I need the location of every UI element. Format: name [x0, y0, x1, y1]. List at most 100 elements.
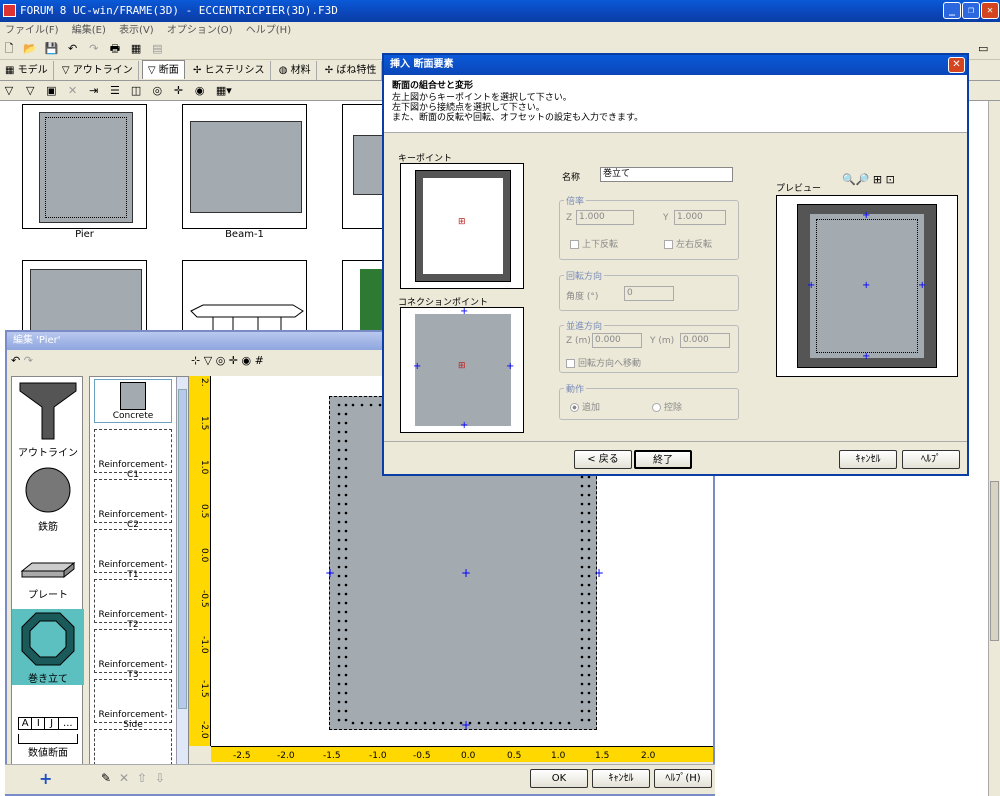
grid-dropdown-icon[interactable]: ▦▾ [213, 83, 235, 99]
restore-button[interactable]: ❐ [962, 2, 980, 19]
dialog-help-button[interactable]: ﾍﾙﾌﾟ [902, 450, 960, 469]
thumbnail-pier[interactable]: Pier [22, 104, 147, 240]
layer-rebar[interactable]: Reinforcement-Side [94, 679, 172, 730]
layer-empty[interactable] [94, 729, 172, 765]
help-button[interactable]: ﾍﾙﾌﾟ(H) [654, 769, 712, 788]
tab-material[interactable]: ◍ 材料 [274, 61, 317, 80]
layer-concrete[interactable]: Concrete [94, 379, 172, 423]
main-vertical-scrollbar[interactable] [988, 101, 1000, 796]
add-icon[interactable]: + [39, 769, 52, 788]
layer-scrollbar[interactable] [176, 377, 188, 765]
back-button[interactable]: < 戻る [574, 450, 632, 469]
minimize-button[interactable]: _ [943, 2, 961, 19]
record-icon[interactable]: ◉ [192, 83, 208, 99]
action-add-radio[interactable]: 追加 [570, 400, 600, 413]
delete-icon[interactable]: ✕ [119, 771, 129, 785]
frame-icon[interactable]: ⊡ [886, 173, 895, 186]
dialog-close-button[interactable]: ✕ [948, 57, 965, 73]
edit-redo-icon[interactable]: ↷ [24, 354, 33, 367]
connection-point-marker[interactable]: + [460, 306, 468, 317]
scale-z-input[interactable]: 1.000 [576, 210, 634, 225]
pencil-icon[interactable]: ✎ [101, 771, 111, 785]
tab-section[interactable]: ▽ 断面 [141, 60, 185, 79]
axis-icon[interactable]: ✛ [229, 354, 238, 367]
open-folder-icon[interactable]: 📂 [22, 41, 38, 57]
palette-outline[interactable]: アウトライン [12, 379, 84, 459]
scroll-thumb[interactable] [178, 389, 187, 709]
connection-point-marker[interactable]: + [413, 361, 421, 372]
print-icon[interactable]: 🖶 [107, 41, 123, 57]
thumbnail-partial[interactable] [342, 104, 385, 229]
edit-undo-icon[interactable]: ↶ [11, 354, 20, 367]
menu-edit[interactable]: 編集(E) [67, 25, 111, 36]
redo-icon[interactable]: ↷ [86, 41, 102, 57]
palette-numeric[interactable]: A I J ... 数値断面 [12, 715, 84, 763]
scroll-thumb[interactable] [990, 481, 999, 641]
menu-view[interactable]: 表示(V) [114, 25, 159, 36]
axis-icon[interactable]: ✛ [171, 83, 187, 99]
flip-ud-checkbox[interactable]: 上下反転 [570, 237, 618, 250]
connection-point-marker[interactable]: + [506, 361, 514, 372]
layer-rebar[interactable]: Reinforcement-C2 [94, 479, 172, 530]
ok-button[interactable]: OK [530, 769, 588, 788]
rotation-angle-input[interactable]: 0 [624, 286, 674, 301]
report-icon[interactable]: ▤ [149, 41, 165, 57]
thumbnail-row2-1[interactable] [22, 260, 147, 331]
finish-button[interactable]: 終了 [634, 450, 692, 469]
add-point-icon[interactable]: ⊹ [191, 354, 200, 367]
shape-icon[interactable]: ▽ [204, 354, 212, 367]
layer-rebar[interactable]: Reinforcement-T2 [94, 579, 172, 630]
menu-options[interactable]: オプション(O) [162, 25, 238, 36]
record-icon[interactable]: ◉ [242, 354, 252, 367]
palette-rebar[interactable]: 鉄筋 [12, 465, 84, 535]
calculator-icon[interactable]: ▦ [128, 41, 144, 57]
panel-icon[interactable]: ▭ [978, 42, 988, 55]
new-file-icon[interactable]: 🗋 [1, 41, 17, 57]
palette-jacketing[interactable]: 巻き立て [12, 609, 84, 685]
thumbnail-beam[interactable]: Beam-1 [182, 104, 307, 240]
keypoint-marker[interactable]: ⊞ [458, 217, 466, 227]
flip-lr-checkbox[interactable]: 左右反転 [664, 237, 712, 250]
thumbnail-row2-3[interactable] [342, 260, 385, 331]
dialog-cancel-button[interactable]: ｷｬﾝｾﾙ [839, 450, 897, 469]
zoom-in-icon[interactable]: 🔍 [842, 173, 856, 186]
circle-target-icon[interactable]: ◎ [149, 83, 165, 99]
move-rotation-checkbox[interactable]: 回転方向へ移動 [566, 356, 641, 369]
layer-rebar[interactable]: Reinforcement-T3 [94, 629, 172, 680]
import-icon[interactable]: ⇥ [86, 83, 102, 99]
menu-file[interactable]: ファイル(F) [0, 25, 64, 36]
tab-outline[interactable]: ▽ アウトライン [57, 61, 139, 80]
tab-model[interactable]: ▦ モデル [0, 61, 54, 80]
section-compare-icon[interactable]: ◫ [128, 83, 144, 99]
connection-marker[interactable]: ⊞ [458, 361, 466, 371]
move-up-icon[interactable]: ⇧ [137, 771, 147, 785]
thumbnail-row2-2[interactable] [182, 260, 307, 331]
tab-hysteresis[interactable]: ✢ ヒステリシス [188, 61, 271, 80]
layer-rebar[interactable]: Reinforcement-T1 [94, 529, 172, 580]
zoom-out-icon[interactable]: 🔎 [856, 173, 870, 186]
action-delete-radio[interactable]: 控除 [652, 400, 682, 413]
circle-target-icon[interactable]: ◎ [216, 354, 226, 367]
menu-help[interactable]: ヘルプ(H) [241, 25, 296, 36]
move-down-icon[interactable]: ⇩ [155, 771, 165, 785]
save-icon[interactable]: 💾 [43, 41, 59, 57]
palette-plate[interactable]: プレート [12, 559, 84, 605]
scale-y-input[interactable]: 1.000 [674, 210, 726, 225]
close-button[interactable]: ✕ [981, 2, 999, 19]
translation-z-input[interactable]: 0.000 [592, 333, 642, 348]
keypoint-canvas[interactable]: ⊞ [400, 163, 524, 289]
layers-icon[interactable]: ☰ [107, 83, 123, 99]
section-paste-icon[interactable]: ▣ [43, 83, 59, 99]
fit-icon[interactable]: ⊞ [873, 173, 882, 186]
section-new-icon[interactable]: ▽ [1, 83, 17, 99]
delete-icon[interactable]: ✕ [65, 83, 81, 99]
connection-point-marker[interactable]: + [460, 420, 468, 431]
translation-y-input[interactable]: 0.000 [680, 333, 730, 348]
undo-icon[interactable]: ↶ [65, 41, 81, 57]
name-input[interactable]: 巻立て [600, 167, 733, 182]
grid-icon[interactable]: # [255, 354, 264, 367]
cancel-button[interactable]: ｷｬﾝｾﾙ [592, 769, 650, 788]
connection-canvas[interactable]: ⊞ + + + + [400, 306, 524, 433]
tab-spring[interactable]: ✢ ばね特性 [320, 61, 383, 80]
layer-rebar[interactable]: Reinforcement-C1 [94, 429, 172, 480]
